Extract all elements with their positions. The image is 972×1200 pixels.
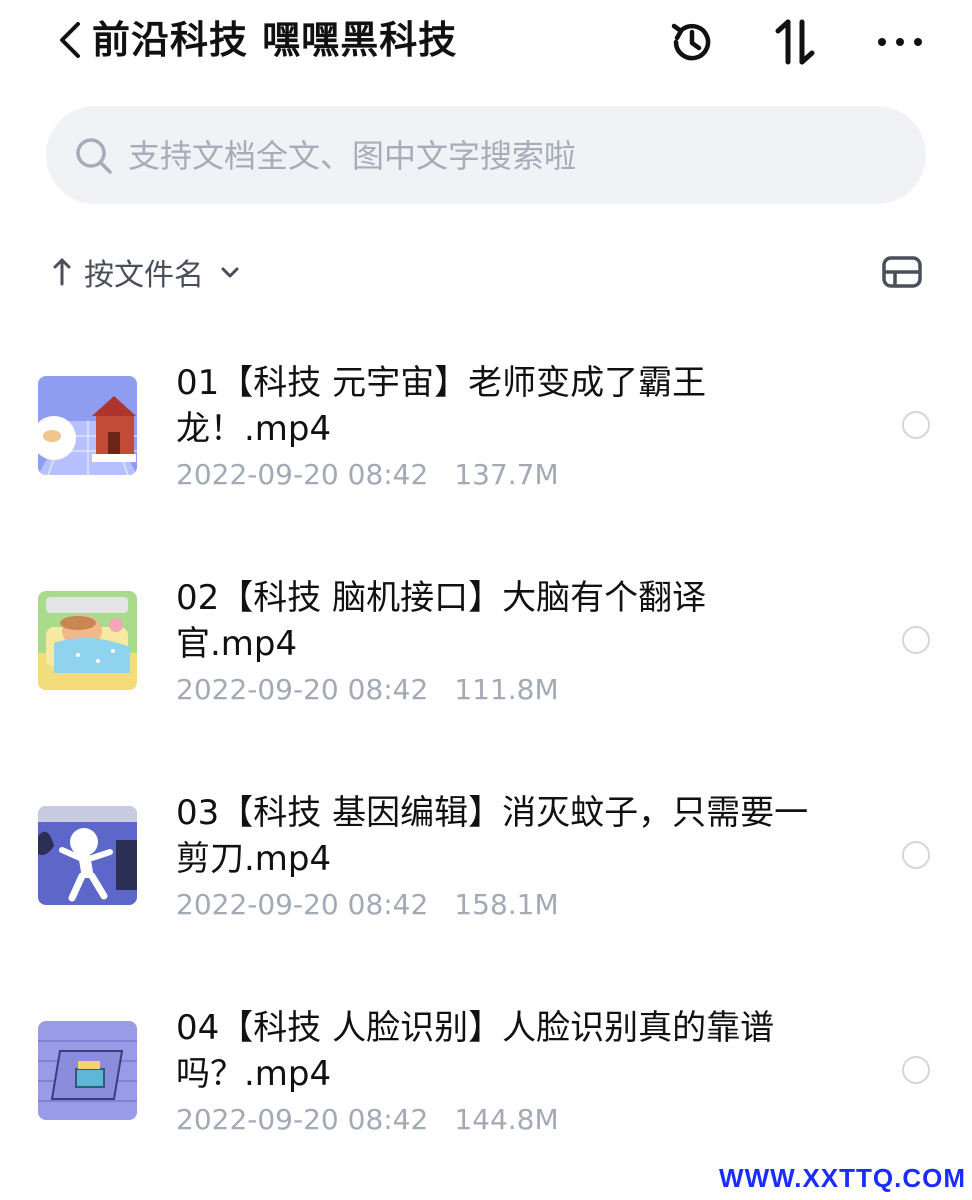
file-date: 2022-09-20 08:42 <box>176 673 429 706</box>
file-meta: 2022-09-20 08:42 144.8M <box>176 1103 559 1136</box>
file-meta: 2022-09-20 08:42 158.1M <box>176 888 559 921</box>
file-row[interactable]: 03【科技 基因编辑】消灭蚊子，只需要一剪刀.mp4 2022-09-20 08… <box>0 760 972 975</box>
file-row[interactable]: 04【科技 人脸识别】人脸识别真的靠谱吗？.mp4 2022-09-20 08:… <box>0 975 972 1190</box>
file-size: 137.7M <box>454 458 559 491</box>
video-thumbnail <box>38 1021 137 1120</box>
video-thumbnail-icon <box>38 806 137 905</box>
sort-by-name-button[interactable]: 按文件名 <box>50 244 242 300</box>
file-size: 158.1M <box>454 888 559 921</box>
history-icon[interactable] <box>664 14 720 70</box>
video-thumbnail <box>38 806 137 905</box>
file-name: 02【科技 脑机接口】大脑有个翻译官.mp4 <box>176 578 707 664</box>
file-name: 03【科技 基因编辑】消灭蚊子，只需要一剪刀.mp4 <box>176 793 809 879</box>
select-radio[interactable] <box>902 626 930 654</box>
search-bar[interactable] <box>46 106 926 204</box>
search-icon <box>76 138 112 174</box>
sort-label: 按文件名 <box>84 258 204 293</box>
video-thumbnail-icon <box>38 591 137 690</box>
file-date: 2022-09-20 08:42 <box>176 888 429 921</box>
file-row[interactable]: 01【科技 元宇宙】老师变成了霸王龙！.mp4 2022-09-20 08:42… <box>0 330 972 545</box>
video-thumbnail-icon <box>38 376 137 475</box>
sort-bar: 按文件名 <box>0 244 972 300</box>
select-radio[interactable] <box>902 841 930 869</box>
more-icon[interactable] <box>872 14 928 70</box>
select-radio[interactable] <box>902 411 930 439</box>
video-thumbnail <box>38 591 137 690</box>
video-thumbnail <box>38 376 137 475</box>
file-row[interactable]: 02【科技 脑机接口】大脑有个翻译官.mp4 2022-09-20 08:42 1… <box>0 545 972 760</box>
file-name: 01【科技 元宇宙】老师变成了霸王龙！.mp4 <box>176 363 707 449</box>
file-name: 04【科技 人脸识别】人脸识别真的靠谱吗？.mp4 <box>176 1008 775 1094</box>
arrow-up-icon <box>53 258 71 286</box>
file-list: 01【科技 元宇宙】老师变成了霸王龙！.mp4 2022-09-20 08:42… <box>0 330 972 1190</box>
watermark: WWW.XXTTQ.COM <box>719 1163 966 1193</box>
sort-arrows-icon[interactable] <box>768 14 824 70</box>
file-size: 111.8M <box>454 673 559 706</box>
top-bar: 前沿科技 嘿嘿黑科技 <box>0 0 972 90</box>
select-radio[interactable] <box>902 1056 930 1084</box>
file-size: 144.8M <box>454 1103 559 1136</box>
chevron-down-icon <box>221 267 239 278</box>
page-title: 前沿科技 嘿嘿黑科技 <box>92 18 458 62</box>
file-meta: 2022-09-20 08:42 137.7M <box>176 458 559 491</box>
search-input[interactable] <box>126 130 890 182</box>
file-meta: 2022-09-20 08:42 111.8M <box>176 673 559 706</box>
file-date: 2022-09-20 08:42 <box>176 458 429 491</box>
file-date: 2022-09-20 08:42 <box>176 1103 429 1136</box>
video-thumbnail-icon <box>38 1021 137 1120</box>
chevron-left-icon[interactable] <box>56 20 84 60</box>
view-mode-icon[interactable] <box>880 252 924 292</box>
